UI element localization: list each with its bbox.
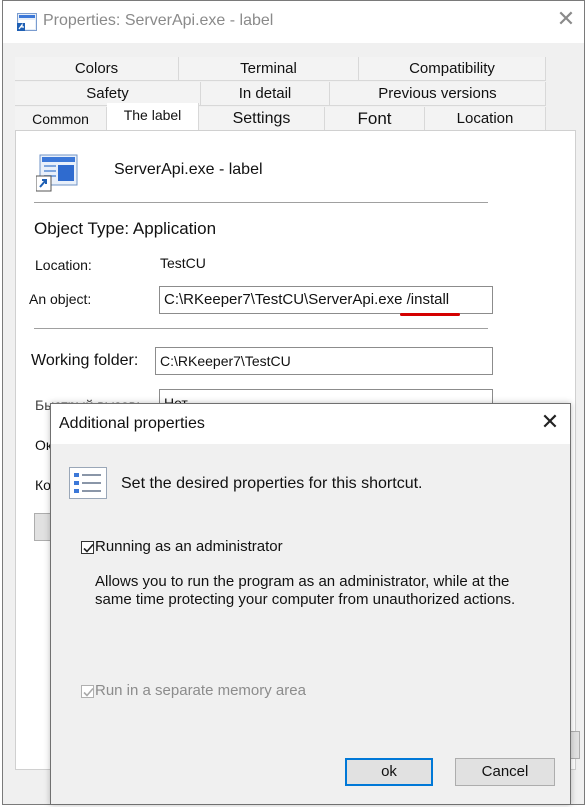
title-bar[interactable]: Properties: ServerApi.exe - label ✕ <box>3 1 584 43</box>
comment-label: Ко <box>35 477 51 493</box>
tab-colors[interactable]: Colors <box>15 57 179 81</box>
tab-previous-versions[interactable]: Previous versions <box>330 82 546 106</box>
tab-in-detail[interactable]: In detail <box>201 82 330 106</box>
tab-location[interactable]: Location <box>425 107 546 131</box>
tab-compatibility[interactable]: Compatibility <box>359 57 546 81</box>
location-label: Location: <box>35 257 92 273</box>
additional-properties-dialog: Additional properties ✕ Set the desired … <box>50 403 571 805</box>
shortcut-app-icon <box>17 13 37 31</box>
close-icon[interactable]: ✕ <box>540 412 560 434</box>
memory-option-label[interactable]: Run in a separate memory area <box>95 682 306 699</box>
cancel-button[interactable]: Cancel <box>455 758 555 786</box>
admin-option-label[interactable]: Running as an administrator <box>95 538 283 555</box>
tab-font[interactable]: Font <box>325 107 425 131</box>
shortcut-name: ServerApi.exe - label <box>114 161 263 178</box>
tab-settings[interactable]: Settings <box>199 107 325 131</box>
tab-terminal[interactable]: Terminal <box>179 57 359 81</box>
dialog-title: Additional properties <box>59 415 205 432</box>
window-title: Properties: ServerApi.exe - label <box>43 12 274 29</box>
separator <box>34 202 488 203</box>
admin-checkbox[interactable] <box>81 541 94 554</box>
object-field[interactable]: C:\RKeeper7\TestCU\ServerApi.exe /instal… <box>159 286 493 314</box>
checkmark-icon <box>83 687 94 697</box>
program-icon <box>36 154 78 192</box>
admin-option-description: Allows you to run the program as an admi… <box>95 573 516 608</box>
ok-button[interactable]: ok <box>345 758 433 786</box>
close-icon[interactable]: ✕ <box>556 9 576 31</box>
tab-the-label[interactable]: The label <box>107 103 199 131</box>
separator <box>34 328 488 329</box>
memory-checkbox[interactable] <box>81 685 94 698</box>
working-folder-field[interactable]: C:\RKeeper7\TestCU <box>155 347 493 375</box>
install-underline <box>400 313 460 316</box>
location-value: TestCU <box>160 255 206 271</box>
tab-common[interactable]: Common <box>15 107 107 131</box>
object-type: Object Type: Application <box>34 219 217 238</box>
checklist-icon <box>69 467 107 499</box>
dialog-title-bar[interactable]: Additional properties ✕ <box>51 404 570 444</box>
object-label: An object: <box>29 291 92 307</box>
checkmark-icon <box>83 543 94 553</box>
working-folder-label: Working folder: <box>31 352 139 369</box>
dialog-header: Set the desired properties for this shor… <box>121 475 423 492</box>
